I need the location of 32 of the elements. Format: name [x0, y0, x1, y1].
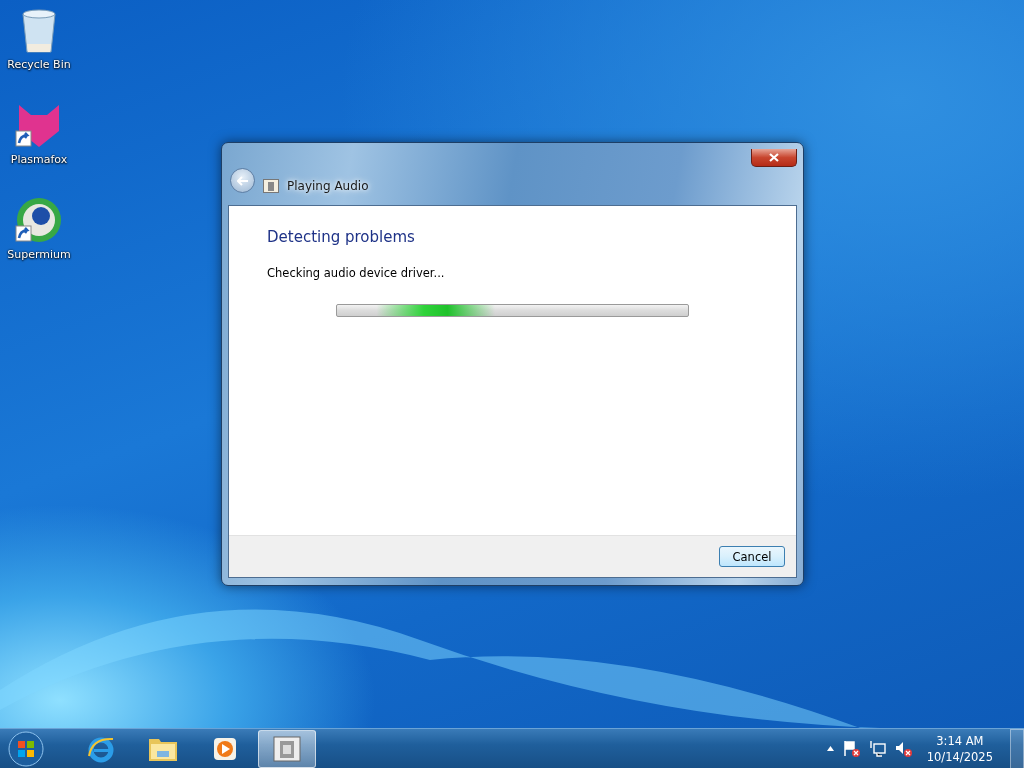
tray-button[interactable]: [894, 740, 912, 757]
shortcut-arrow-icon: [15, 130, 32, 147]
start-button[interactable]: [6, 728, 46, 768]
desktop-icon-label[interactable]: Plasmafox: [10, 153, 68, 166]
tray-button[interactable]: [868, 740, 886, 757]
troubleshooter-window-icon: [273, 735, 301, 762]
cancel-button[interactable]: Cancel: [719, 546, 785, 567]
media-player-icon: [212, 735, 238, 762]
troubleshooter-icon: [263, 179, 279, 193]
close-icon: [769, 153, 779, 162]
fox-icon: [19, 105, 59, 147]
clock-time[interactable]: 3:14 AM: [936, 732, 984, 749]
show-desktop-button[interactable]: [1010, 728, 1024, 768]
speaker-muted-icon: [894, 740, 912, 757]
back-button[interactable]: [230, 168, 255, 193]
recycle-bin-icon: [22, 9, 56, 53]
up-caret-icon: [826, 746, 834, 751]
desktop-icon-label[interactable]: Recycle Bin: [7, 58, 71, 71]
show-hidden-icons-button[interactable]: [826, 746, 834, 751]
status-text: Checking audio device driver...: [267, 266, 446, 280]
shortcut-arrow-icon: [15, 225, 32, 242]
network-monitor-icon: [868, 740, 886, 757]
window-title: Playing Audio: [287, 179, 369, 193]
flag-error-icon: [842, 740, 860, 757]
close-button[interactable]: [751, 149, 797, 167]
taskbar-button[interactable]: [258, 729, 316, 768]
clock-date[interactable]: 10/14/2025: [926, 748, 993, 765]
windows-orb-icon: [8, 730, 44, 767]
dialog-heading: Detecting problems: [267, 228, 416, 246]
tray-button[interactable]: [842, 740, 860, 757]
desktop-icon-label[interactable]: Supermium: [7, 248, 71, 261]
back-arrow-icon: [236, 175, 249, 186]
